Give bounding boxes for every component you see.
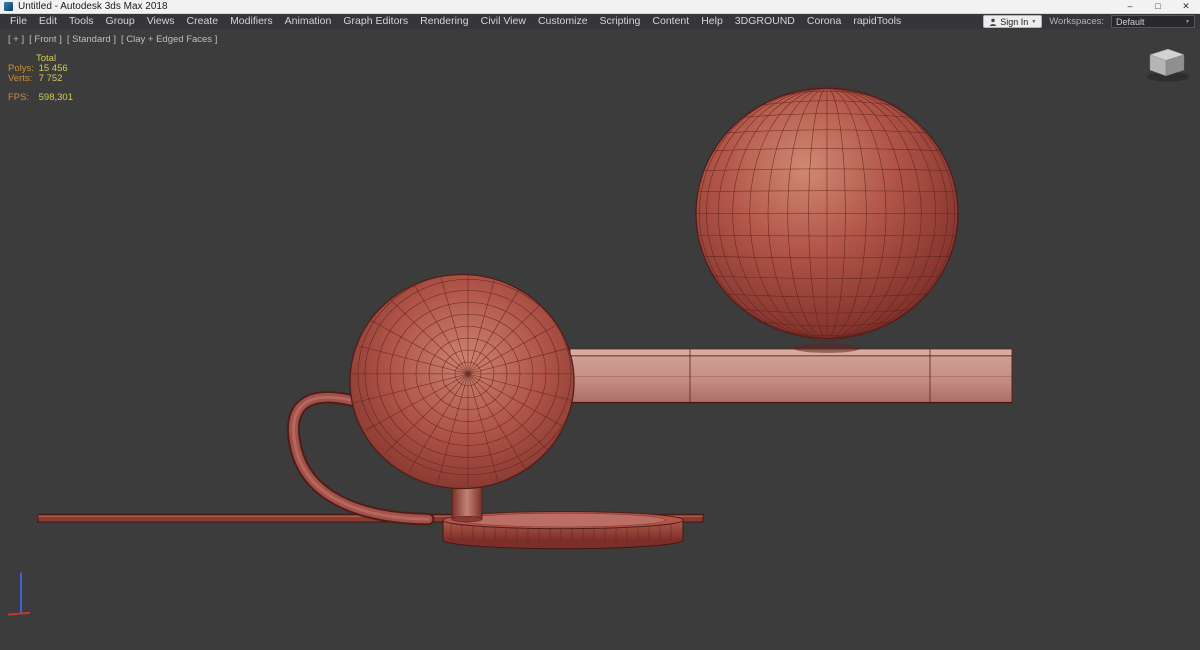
menu-graph-editors[interactable]: Graph Editors	[337, 14, 414, 29]
workspace-dropdown-icon: ▼	[1185, 18, 1190, 25]
model-bar[interactable]	[569, 348, 1013, 404]
model-sphere-small[interactable]	[349, 261, 586, 490]
menu-corona[interactable]: Corona	[801, 14, 847, 29]
menu-customize[interactable]: Customize	[532, 14, 594, 29]
axis-gizmo	[7, 572, 31, 616]
stats-fps-row: FPS: 598,301	[8, 93, 73, 103]
menu-rendering[interactable]: Rendering	[414, 14, 474, 29]
menu-edit[interactable]: Edit	[33, 14, 63, 29]
sign-in-dropdown-icon: ▼	[1031, 18, 1037, 25]
menu-help[interactable]: Help	[695, 14, 729, 29]
workspace-value: Default	[1116, 16, 1145, 27]
viewport[interactable]: [ + ] [ Front ] [ Standard ] [ Clay + Ed…	[0, 29, 1200, 650]
sphere-contact-shadow	[793, 343, 861, 353]
menu-civil-view[interactable]: Civil View	[475, 14, 532, 29]
viewport-pov-menu[interactable]: [ Front ]	[29, 34, 62, 45]
viewport-label: [ + ] [ Front ] [ Standard ] [ Clay + Ed…	[8, 34, 217, 45]
menu-scripting[interactable]: Scripting	[594, 14, 647, 29]
menu-file[interactable]: File	[4, 14, 33, 29]
sign-in-label: Sign In	[1000, 16, 1029, 27]
viewport-canvas[interactable]	[0, 29, 1200, 650]
user-icon	[990, 18, 997, 26]
stats-verts-value: 7 752	[38, 73, 63, 84]
sign-in-button[interactable]: Sign In ▼	[983, 15, 1043, 28]
menu-rapidtools[interactable]: rapidTools	[847, 14, 907, 29]
workspaces-label: Workspaces:	[1049, 16, 1104, 27]
menu-views[interactable]: Views	[141, 14, 181, 29]
app-icon	[4, 2, 13, 11]
menu-bar: File Edit Tools Group Views Create Modif…	[0, 14, 1200, 29]
menu-content[interactable]: Content	[646, 14, 695, 29]
minimize-button[interactable]: –	[1116, 0, 1144, 13]
menu-3dground[interactable]: 3DGROUND	[729, 14, 801, 29]
viewport-renderer-menu[interactable]: [ Standard ]	[67, 34, 116, 45]
maximize-button[interactable]: □	[1144, 0, 1172, 13]
viewcube[interactable]	[1147, 48, 1189, 82]
viewport-shading-menu[interactable]: [ Clay + Edged Faces ]	[121, 34, 217, 45]
viewport-general-menu[interactable]: [ + ]	[8, 34, 24, 45]
workspace-dropdown[interactable]: Default ▼	[1111, 15, 1195, 28]
stats-fps-label: FPS:	[8, 92, 30, 103]
window-controls: – □ ✕	[1116, 0, 1200, 13]
menu-create[interactable]: Create	[181, 14, 225, 29]
close-button[interactable]: ✕	[1172, 0, 1200, 13]
menu-tools[interactable]: Tools	[63, 14, 100, 29]
menu-modifiers[interactable]: Modifiers	[224, 14, 279, 29]
title-bar: Untitled - Autodesk 3ds Max 2018 – □ ✕	[0, 0, 1200, 14]
stats-verts-row: Verts: 7 752	[8, 74, 73, 84]
stats-verts-label: Verts:	[8, 73, 33, 84]
stats-fps-value: 598,301	[38, 92, 73, 103]
model-sphere-large[interactable]	[695, 84, 959, 342]
menu-group[interactable]: Group	[100, 14, 141, 29]
menu-animation[interactable]: Animation	[279, 14, 338, 29]
menu-bar-right: Sign In ▼ Workspaces: Default ▼	[983, 15, 1200, 28]
viewport-statistics: Total Polys: 15 456 Verts: 7 752 FPS: 59…	[8, 54, 73, 103]
window-title: Untitled - Autodesk 3ds Max 2018	[18, 1, 168, 12]
